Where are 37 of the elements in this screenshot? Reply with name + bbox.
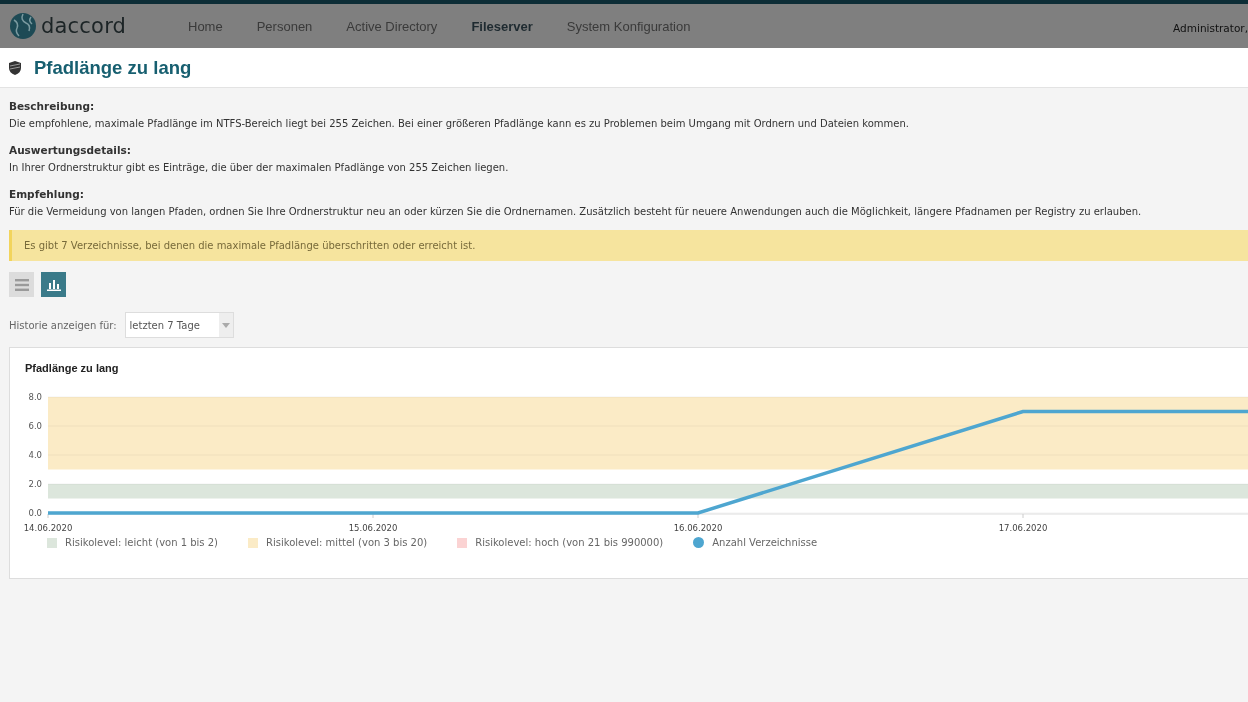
legend-label: Anzahl Verzeichnisse (712, 537, 818, 548)
section-heading: Empfehlung: (9, 187, 86, 202)
shield-icon (9, 60, 21, 75)
nav-link[interactable]: System Konfiguration (549, 18, 708, 34)
y-tick-label: 2.0 (28, 479, 42, 489)
x-tick-label: 15.06.2020 (348, 523, 398, 533)
logo-text: daccord (41, 14, 127, 38)
section-text: Für die Vermeidung von langen Pfaden, ordnen Sie Ihre Ordnerstruktur neu an oder kürzen Sie die Ordnernamen. Zusätzlich besteht für neuere Anwendungen auch die Möglichkeit, längere Pfadnamen per Registry zu erlauben. (9, 205, 1143, 219)
nav-link[interactable]: Home (171, 18, 240, 34)
chart-title: Pfadlänge zu lang (25, 362, 120, 374)
page-title: Pfadlänge zu lang (34, 56, 192, 79)
history-label: Historie anzeigen für: (9, 319, 117, 331)
globe-logo-icon (9, 12, 37, 40)
period-dropdown[interactable]: letzten 7 Tage (124, 312, 234, 338)
legend-label: Risikolevel: mittel (von 3 bis 20) (266, 537, 428, 548)
bar-chart-icon (46, 278, 61, 291)
x-tick-label: 16.06.2020 (673, 523, 723, 533)
section-text: Die empfohlene, maximale Pfadlänge im NTFS-Bereich liegt bei 255 Zeichen. Bei einer größeren Pfadlänge kann es zu Problemen beim Umgang mit Ordnern und Dateien kommen. (9, 117, 910, 131)
legend-label: Risikolevel: hoch (von 21 bis 990000) (475, 537, 664, 548)
chart-view-button[interactable] (41, 272, 66, 297)
x-tick-label: 17.06.2020 (998, 523, 1048, 533)
list-icon (14, 278, 29, 291)
warning-alert: Es gibt 7 Verzeichnisse, bei denen die maximale Pfadlänge überschritten oder erreicht ist. (9, 230, 1248, 261)
legend-label: Risikolevel: leicht (von 1 bis 2) (65, 537, 218, 548)
nav-link[interactable]: Personen (239, 18, 330, 34)
x-tick-label: 14.06.2020 (23, 523, 73, 533)
user-name[interactable]: Administrator, (1173, 22, 1248, 34)
nav-link[interactable]: Active Directory (329, 18, 455, 34)
section-heading: Beschreibung: (9, 99, 96, 114)
caret-icon (221, 322, 230, 328)
nav-link[interactable]: Fileserver (454, 18, 550, 34)
y-tick-label: 0.0 (28, 508, 42, 518)
y-tick-label: 4.0 (28, 450, 42, 460)
section-heading: Auswertungsdetails: (9, 143, 132, 158)
y-tick-label: 6.0 (28, 421, 42, 431)
y-tick-label: 8.0 (28, 392, 42, 402)
section-text: In Ihrer Ordnerstruktur gibt es Einträge, die über der maximalen Pfadlänge von 255 Zeichen liegen. (9, 161, 510, 175)
